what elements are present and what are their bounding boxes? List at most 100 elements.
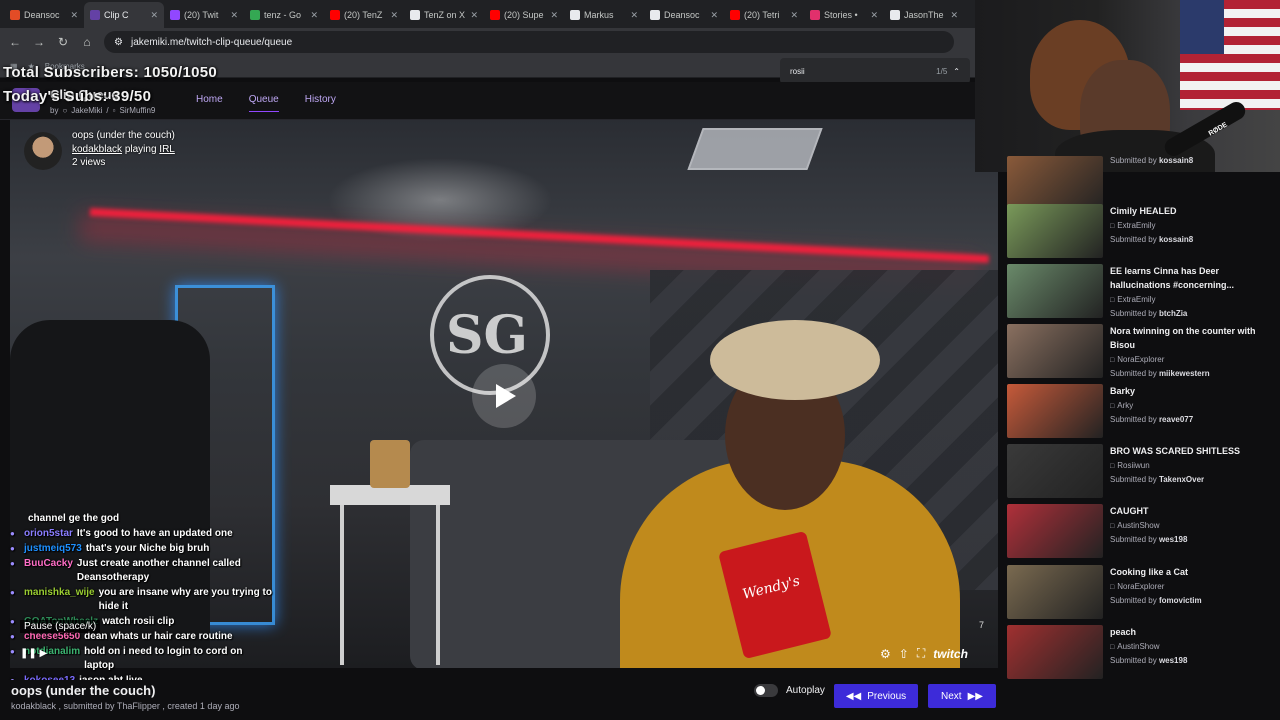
next-button[interactable]: Next ▶▶ [928,684,996,708]
queue-item[interactable]: CAUGHT □ AustinShow Submitted by wes198 [1007,504,1277,560]
queue-item[interactable]: Barky □ Arky Submitted by reave077 [1007,384,1277,440]
chat-text: hold on i need to login to cord on lapto… [84,646,243,671]
queue-thumbnail[interactable] [1007,444,1103,498]
home-icon[interactable]: ⌂ [80,35,94,49]
tab-title: TenZ on X [424,10,466,20]
browser-tab[interactable]: tenz - Go ✕ [244,2,324,28]
queue-item[interactable]: Cooking like a Cat □ NoraExplorer Submitted… [1007,565,1277,621]
channel-avatar[interactable] [24,132,62,170]
chat-username[interactable]: manishka_wije [24,586,95,614]
chat-username[interactable]: BuuCacky [24,557,73,585]
author-link[interactable]: JakeMiki [71,106,102,115]
browser-tab[interactable]: (20) Twit ✕ [164,2,244,28]
chat-username[interactable]: orion5star [24,527,73,541]
reload-icon[interactable]: ↻ [56,35,70,49]
github-icon: ○ [62,106,68,115]
game-link[interactable]: IRL [159,144,175,155]
nav-history[interactable]: History [305,94,336,112]
share-icon[interactable]: ⇧ [899,647,909,661]
queue-item[interactable]: Nora twinning on the counter with Bisou □… [1007,324,1277,380]
queue-thumbnail[interactable] [1007,156,1103,210]
chat-badge-icon: ● [10,559,15,568]
previous-button[interactable]: ◀◀ Previous [834,684,918,708]
browser-tab[interactable]: JasonThe ✕ [884,2,964,28]
play-button[interactable] [472,364,536,428]
tab-close-icon[interactable]: ✕ [390,10,398,21]
pause-icon[interactable]: ❚❚ ▶ [20,648,47,659]
channel-link[interactable]: kodakblack [72,144,122,155]
nav-queue[interactable]: Queue [248,94,279,112]
find-count: 1/5 [936,66,948,76]
browser-tab[interactable]: Clip C ✕ [84,2,164,28]
queue-item[interactable]: BRO WAS SCARED SHITLESS □ Rosiiwun Submitte… [1007,444,1277,500]
tab-close-icon[interactable]: ✕ [150,10,158,21]
chat-bubble-icon: □ [1110,523,1115,530]
queue-thumbnail[interactable] [1007,504,1103,558]
queue-item[interactable]: Cimily HEALED □ ExtraEmily Submitted by kos… [1007,204,1277,260]
find-input[interactable]: rosii [790,67,930,76]
tab-close-icon[interactable]: ✕ [790,10,798,21]
chat-bubble-icon: □ [1110,223,1115,230]
tab-close-icon[interactable]: ✕ [310,10,318,21]
twitch-logo[interactable]: twitch [933,647,968,661]
tab-close-icon[interactable]: ✕ [630,10,638,21]
tab-title: Deansoc [24,10,60,20]
queue-submitter: Submitted by wes198 [1110,656,1188,665]
autoplay-toggle[interactable] [754,684,778,697]
queue-title: Cooking like a Cat [1110,567,1189,577]
settings-icon[interactable]: ⚙ [880,647,891,661]
chat-text: It's good to have an updated one [76,528,233,539]
chat-bubble-icon: □ [1110,463,1115,470]
corner-number: 7 [979,620,985,630]
queue-thumbnail[interactable] [1007,324,1103,378]
browser-tab[interactable]: (20) Tetri ✕ [724,2,804,28]
fullscreen-icon[interactable]: ⛶ [917,646,925,661]
tab-favicon [410,10,420,20]
autoplay-control[interactable]: Autoplay [754,684,825,697]
tab-close-icon[interactable]: ✕ [950,10,958,21]
queue-thumbnail[interactable] [1007,384,1103,438]
tab-close-icon[interactable]: ✕ [470,10,478,21]
chat-badge-icon: ● [10,632,15,641]
queue-title: BRO WAS SCARED SHITLESS [1110,446,1241,456]
site-info-icon[interactable]: ⚙ [114,37,123,48]
browser-tab[interactable]: (20) Supe ✕ [484,2,564,28]
forward-icon[interactable]: → [32,35,46,49]
us-flag [1180,0,1280,110]
tab-close-icon[interactable]: ✕ [230,10,238,21]
tab-title: Deansoc [664,10,700,20]
autoplay-label: Autoplay [786,685,825,696]
chat-message: ● notdianalim hold on i need to login to c… [10,645,272,673]
address-bar[interactable]: ⚙ jakemiki.me/twitch-clip-queue/queue [104,31,954,53]
browser-tab[interactable]: Markus ✕ [564,2,644,28]
browser-tab[interactable]: (20) TenZ ✕ [324,2,404,28]
find-prev-icon[interactable]: ⌃ [953,67,960,76]
tab-close-icon[interactable]: ✕ [710,10,718,21]
fast-forward-icon: ▶▶ [967,690,983,702]
chat-username[interactable]: justmeiq573 [24,542,82,556]
queue-item[interactable]: peach □ AustinShow Submitted by wes198 [1007,625,1277,681]
total-subscribers: Total Subscribers: 1050/1050 [3,64,218,81]
address-url: jakemiki.me/twitch-clip-queue/queue [130,36,293,48]
author-link[interactable]: SirMuffin9 [120,106,156,115]
browser-tab[interactable]: Deansoc ✕ [4,2,84,28]
browser-tab[interactable]: TenZ on X ✕ [404,2,484,28]
tab-favicon [90,10,100,20]
browser-tab[interactable]: Stories • ✕ [804,2,884,28]
queue-submitter: Submitted by fomovictim [1110,596,1202,605]
tab-close-icon[interactable]: ✕ [70,10,78,21]
queue-thumbnail[interactable] [1007,625,1103,679]
queue-submitter: Submitted by reave077 [1110,415,1194,424]
tab-close-icon[interactable]: ✕ [870,10,878,21]
queue-submitter: Submitted by kossain8 [1110,156,1194,165]
queue-thumbnail[interactable] [1007,565,1103,619]
queue-thumbnail[interactable] [1007,204,1103,258]
tab-title: JasonThe [904,10,944,20]
queue-thumbnail[interactable] [1007,264,1103,318]
nav-home[interactable]: Home [196,94,223,112]
tab-close-icon[interactable]: ✕ [550,10,558,21]
queue-item[interactable]: EE learns Cinna has Deer hallucinations … [1007,264,1277,320]
current-clip-meta: kodakblack , submitted by ThaFlipper , c… [11,701,240,711]
back-icon[interactable]: ← [8,35,22,49]
browser-tab[interactable]: Deansoc ✕ [644,2,724,28]
